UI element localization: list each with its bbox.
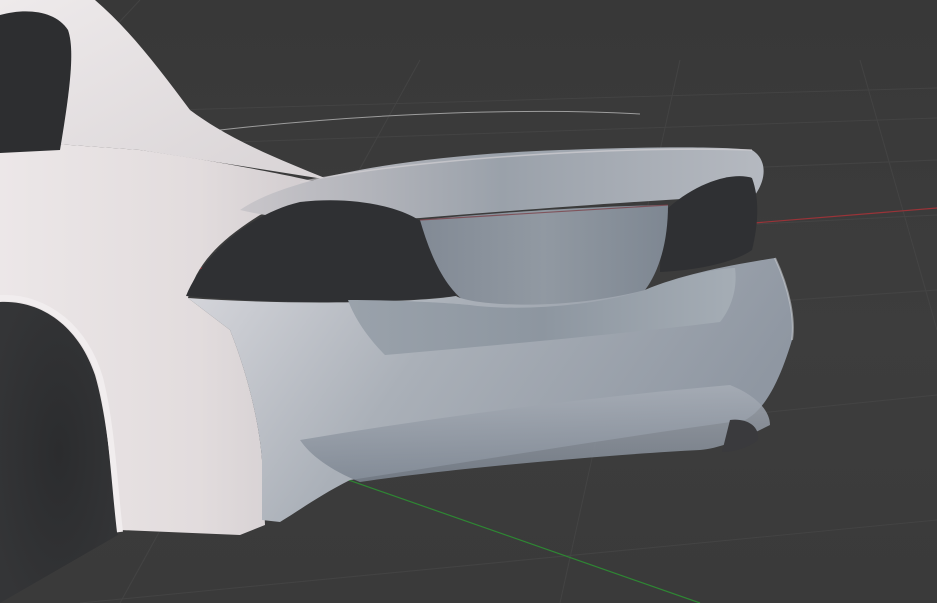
rear-window-opening	[0, 11, 72, 154]
trunk-lid	[420, 205, 668, 308]
viewport-canvas[interactable]	[0, 0, 937, 603]
3d-viewport[interactable]	[0, 0, 937, 603]
